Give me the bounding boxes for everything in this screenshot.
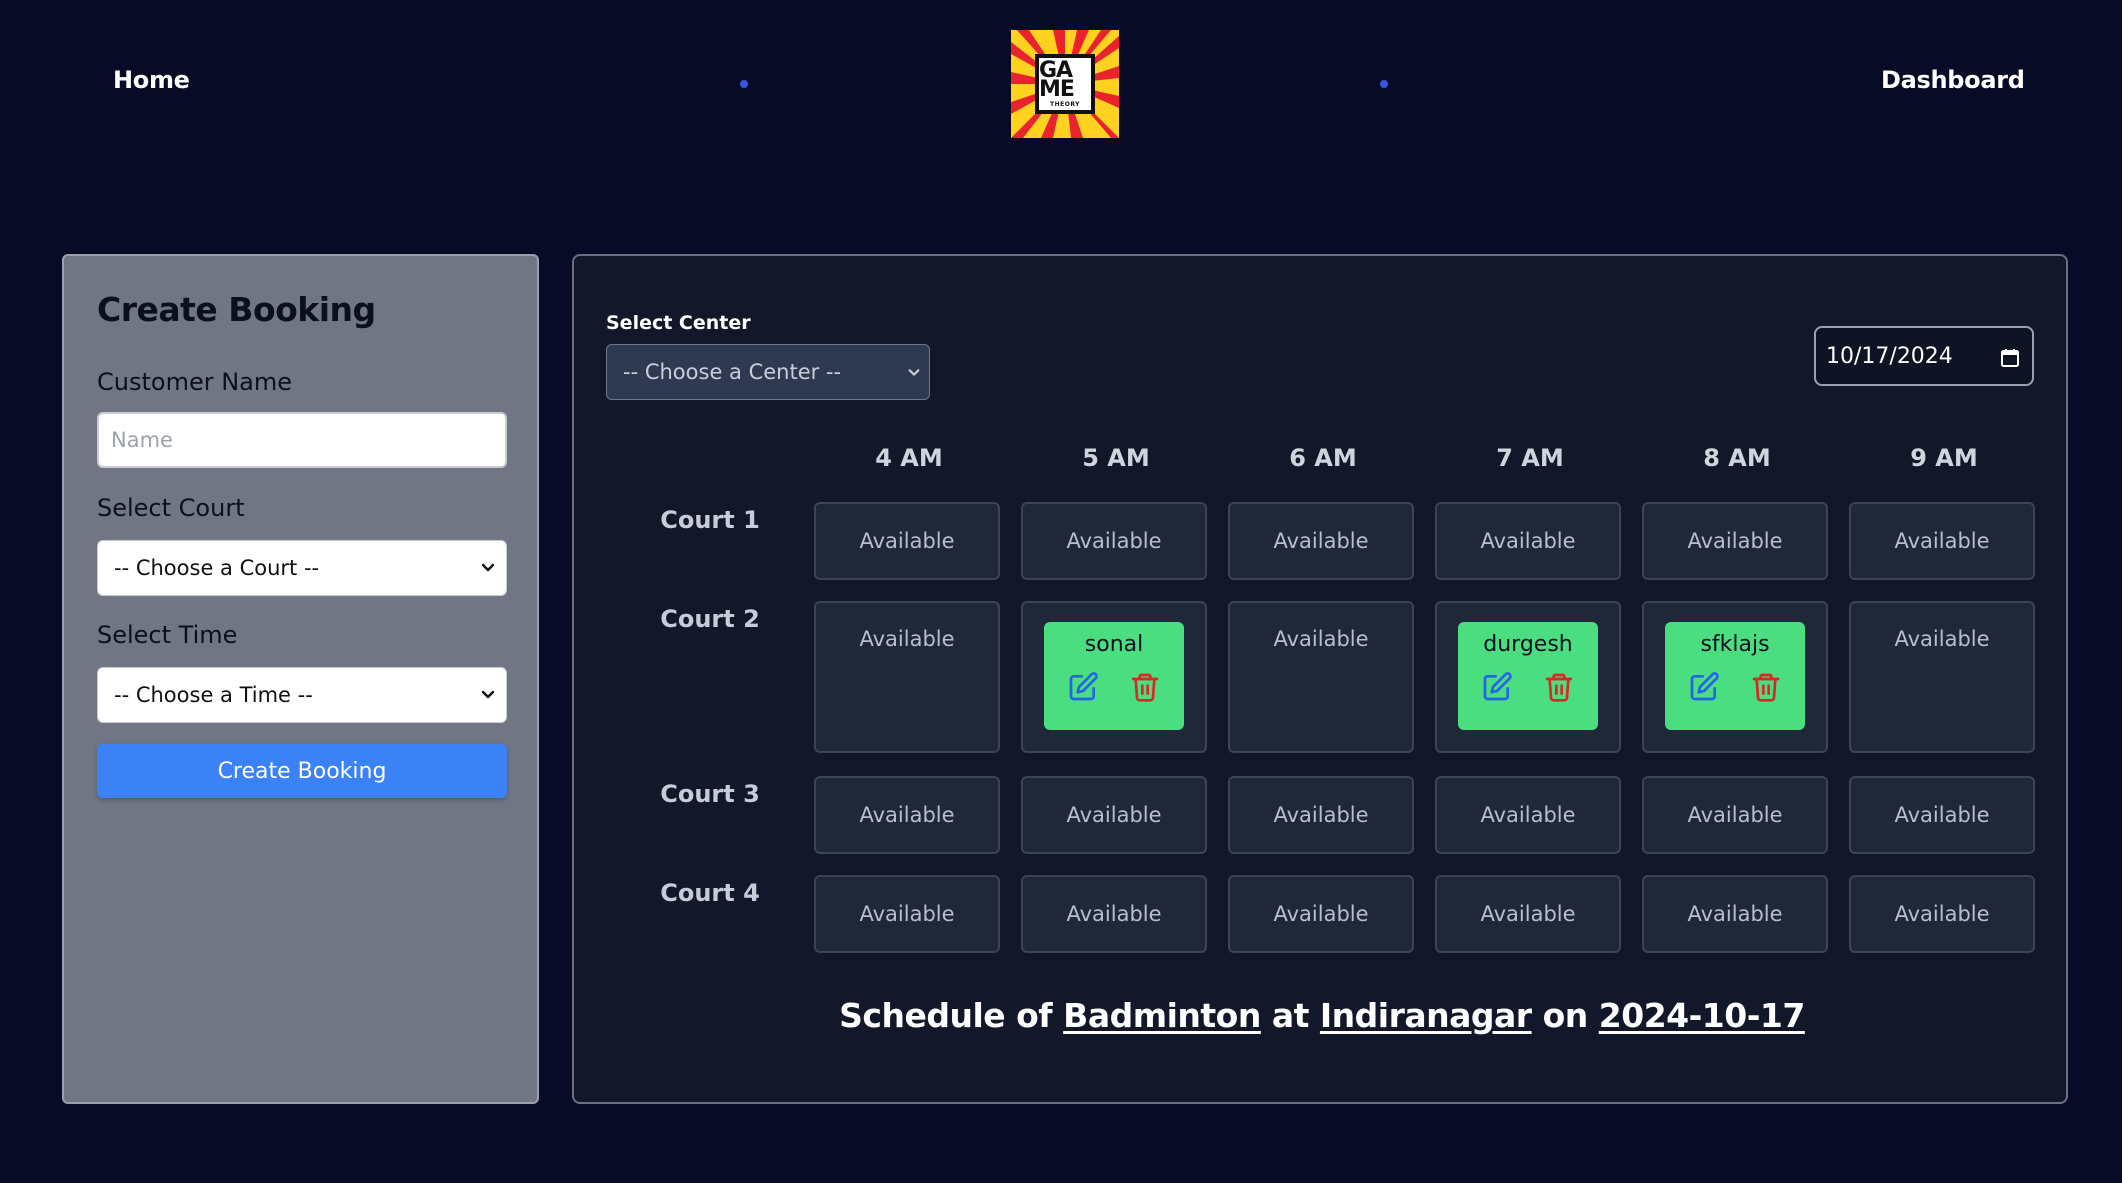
- slot-available[interactable]: Available: [814, 502, 1000, 580]
- court-select[interactable]: -- Choose a Court --: [97, 540, 507, 596]
- court-label: Court 4: [660, 879, 760, 907]
- time-header: 8 AM: [1703, 444, 1771, 472]
- booking-card: sonal: [1044, 622, 1184, 730]
- create-booking-panel: Create Booking Customer Name Select Cour…: [62, 254, 539, 1104]
- trash-icon[interactable]: [1129, 671, 1161, 703]
- create-booking-title: Create Booking: [97, 290, 376, 329]
- customer-name-input[interactable]: [97, 412, 507, 468]
- booking-actions: [1688, 671, 1782, 703]
- time-select[interactable]: -- Choose a Time --: [97, 667, 507, 723]
- date-picker-input[interactable]: 10/17/2024: [1814, 326, 2034, 386]
- booking-actions: [1481, 671, 1575, 703]
- time-header: 7 AM: [1496, 444, 1564, 472]
- trash-icon[interactable]: [1543, 671, 1575, 703]
- nav-dashboard-link[interactable]: Dashboard: [1881, 66, 2025, 94]
- chevron-down-icon: [481, 690, 495, 699]
- calendar-icon[interactable]: [2000, 348, 2020, 368]
- court-label: Court 3: [660, 780, 760, 808]
- slot-available[interactable]: Available: [814, 776, 1000, 854]
- slot-available[interactable]: Available: [1642, 502, 1828, 580]
- slot-booked: sfklajs: [1642, 601, 1828, 753]
- summary-prefix: Schedule of: [839, 996, 1053, 1035]
- time-select-value: -- Choose a Time --: [114, 683, 313, 707]
- schedule-panel: Select Center -- Choose a Center -- 10/1…: [572, 254, 2068, 1104]
- slot-available[interactable]: Available: [1849, 601, 2035, 753]
- time-header: 9 AM: [1910, 444, 1978, 472]
- booking-customer-name: sfklajs: [1700, 632, 1770, 657]
- slot-booked: sonal: [1021, 601, 1207, 753]
- summary-date: 2024-10-17: [1598, 996, 1806, 1035]
- schedule-summary: Schedule of Badminton at Indiranagar on …: [574, 996, 2070, 1035]
- booking-actions: [1067, 671, 1161, 703]
- court-label: Court 1: [660, 506, 760, 534]
- slot-available[interactable]: Available: [814, 875, 1000, 953]
- slot-available[interactable]: Available: [1435, 776, 1621, 854]
- slot-available[interactable]: Available: [1228, 502, 1414, 580]
- edit-icon[interactable]: [1688, 671, 1720, 703]
- slot-available[interactable]: Available: [1849, 502, 2035, 580]
- slot-available[interactable]: Available: [814, 601, 1000, 753]
- chevron-down-icon: [908, 369, 920, 376]
- logo-wordmark: GA ME THEORY: [1035, 54, 1095, 114]
- chevron-down-icon: [481, 563, 495, 572]
- booking-customer-name: durgesh: [1483, 632, 1573, 657]
- customer-name-label: Customer Name: [97, 368, 293, 396]
- slot-available[interactable]: Available: [1021, 502, 1207, 580]
- time-header: 6 AM: [1289, 444, 1357, 472]
- center-select[interactable]: -- Choose a Center --: [606, 344, 930, 400]
- select-court-label: Select Court: [97, 494, 245, 522]
- edit-icon[interactable]: [1481, 671, 1513, 703]
- nav-dot-right: [1380, 80, 1388, 88]
- slot-available[interactable]: Available: [1642, 875, 1828, 953]
- slot-available[interactable]: Available: [1849, 875, 2035, 953]
- slot-available[interactable]: Available: [1228, 875, 1414, 953]
- nav-dot-left: [740, 80, 748, 88]
- create-booking-button[interactable]: Create Booking: [97, 744, 507, 798]
- summary-center: Indiranagar: [1319, 996, 1532, 1035]
- booking-card: durgesh: [1458, 622, 1598, 730]
- slot-available[interactable]: Available: [1435, 502, 1621, 580]
- slot-available[interactable]: Available: [1642, 776, 1828, 854]
- center-select-value: -- Choose a Center --: [623, 360, 842, 384]
- summary-on: on: [1542, 996, 1589, 1035]
- slot-booked: durgesh: [1435, 601, 1621, 753]
- nav-home-link[interactable]: Home: [113, 66, 190, 94]
- time-header: 4 AM: [875, 444, 943, 472]
- summary-sport: Badminton: [1063, 996, 1261, 1035]
- time-header: 5 AM: [1082, 444, 1150, 472]
- select-center-label: Select Center: [606, 312, 751, 334]
- slot-available[interactable]: Available: [1435, 875, 1621, 953]
- trash-icon[interactable]: [1750, 671, 1782, 703]
- slot-available[interactable]: Available: [1021, 875, 1207, 953]
- summary-at: at: [1271, 996, 1310, 1035]
- slot-available[interactable]: Available: [1228, 601, 1414, 753]
- court-select-value: -- Choose a Court --: [114, 556, 320, 580]
- court-label: Court 2: [660, 605, 760, 633]
- slot-available[interactable]: Available: [1228, 776, 1414, 854]
- date-value: 10/17/2024: [1826, 343, 1953, 369]
- game-theory-logo[interactable]: GA ME THEORY: [1011, 30, 1119, 138]
- select-time-label: Select Time: [97, 621, 238, 649]
- slot-available[interactable]: Available: [1021, 776, 1207, 854]
- booking-card: sfklajs: [1665, 622, 1805, 730]
- slot-available[interactable]: Available: [1849, 776, 2035, 854]
- edit-icon[interactable]: [1067, 671, 1099, 703]
- booking-customer-name: sonal: [1084, 632, 1144, 657]
- logo-text-sub: THEORY: [1050, 101, 1080, 109]
- logo-text-main: GA ME: [1039, 57, 1075, 103]
